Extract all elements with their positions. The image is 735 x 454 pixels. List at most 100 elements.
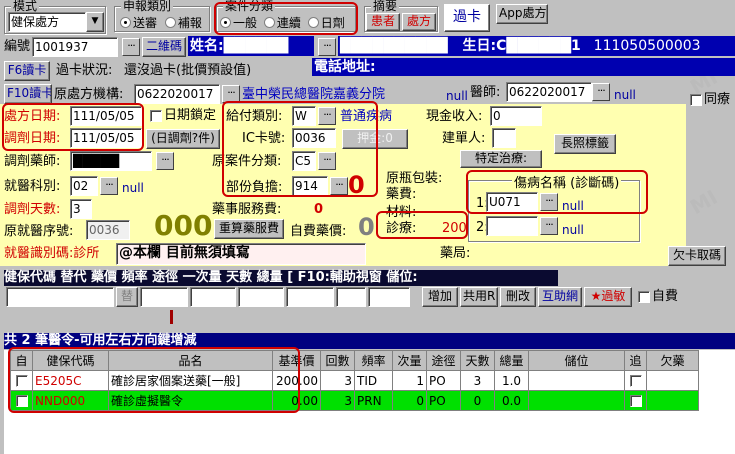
order-code-field[interactable] [6,287,114,307]
row-track-checkbox[interactable] [629,395,642,407]
case-radio-continuous[interactable] [263,17,275,28]
dispense-date-field[interactable]: 111/05/05 [70,128,142,148]
row-freq: TID [354,370,393,391]
card-status-value: 還沒過卡(批價預設值) [124,63,252,78]
partial-label: 部份負擔: [226,180,283,195]
order-freq-field[interactable] [190,287,236,307]
row-track-checkbox[interactable] [629,375,642,387]
delete-edit-button[interactable]: 刪改 [500,287,536,307]
dept-label: 就醫科別: [4,179,61,194]
org-code-field[interactable]: 0622020017 [134,84,220,104]
order-entry-header: 健保代碼 替代 藥價 頻率 途徑 一次量 天數 總量 [ F10:輔助視窗 儲位… [4,270,558,286]
diag1-lookup-button[interactable]: ··· [540,193,558,211]
patient-button[interactable]: 患者 [366,13,400,31]
table-row[interactable]: E5205C 確診居家個案送藥[一般] 200.00 3 TID 1 PO 3 … [10,370,699,391]
dept-field[interactable]: 02 [70,176,98,196]
order-dose-field[interactable] [286,287,334,307]
share-r-button[interactable]: 共用R [460,287,498,307]
big-counter: 000 [154,209,213,242]
mutual-help-button[interactable]: 互助網 [538,287,582,307]
order-days-field[interactable] [336,287,366,307]
row-self-checkbox[interactable] [15,395,28,407]
partial-lookup-button[interactable]: ··· [330,177,348,195]
row-route: PO [426,390,461,411]
mode-select[interactable]: 健保處方 [8,12,86,32]
add-order-button[interactable]: 增加 [422,287,458,307]
cash-income-field[interactable]: 0 [490,106,542,126]
order-total-field[interactable] [368,287,410,307]
mode-caption: 模式 [11,0,40,13]
qrcode-button[interactable]: 二維碼 [142,37,186,57]
partial-amount: 0 [348,171,365,199]
date-lock-checkbox[interactable] [150,110,162,122]
partial-field[interactable]: 914 [292,176,328,196]
f10-read-card-button[interactable]: F10讀卡 [4,84,52,104]
review-radio-supp[interactable] [164,17,176,28]
card-button[interactable]: 過卡 [444,4,490,32]
row-track-cell [624,370,647,391]
days-field[interactable]: 3 [70,199,92,219]
app-prescription-button[interactable]: App處方 [496,4,548,24]
prescription-button[interactable]: 處方 [402,13,436,31]
diag2-lookup-button[interactable]: ··· [540,217,558,235]
org-lookup-button[interactable]: ··· [222,85,240,103]
deposit-button[interactable]: 押金:0 [342,129,408,149]
row-self-checkbox[interactable] [15,375,28,387]
long-term-care-button[interactable]: 長照標籤 [554,134,616,154]
birth-label: 生日 [462,38,491,54]
order-price-field[interactable] [140,287,188,307]
diag2-code-field[interactable] [486,216,538,236]
col-name: 品名 [108,350,273,371]
id-field[interactable]: 1001937 [32,37,118,57]
diag-fee-value: 200 [442,221,467,236]
f6-read-card-button[interactable]: F6讀卡 [4,61,50,81]
doctor-lookup-button[interactable]: ··· [592,83,610,101]
row-name: 確診虛擬醫令 [108,390,273,411]
orig-case-field[interactable]: C5 [292,151,316,171]
doctor-null: null [614,88,636,102]
pharmacist-lookup-button[interactable]: ··· [156,152,174,170]
replace-button[interactable]: 替 [116,287,138,307]
rx-date-field[interactable]: 111/05/05 [70,106,142,126]
self-pay-checkbox-label: 自費 [652,289,679,304]
recalc-service-button[interactable]: 重算藥服費 [214,219,284,239]
allergy-button[interactable]: ★過敏 [584,287,632,307]
same-therapy-label: 同療 [704,92,731,107]
name-bar: 姓名:██████ [188,36,314,56]
special-treatment-button[interactable]: 特定治療: [460,150,542,168]
self-pay-checkbox[interactable] [638,291,650,303]
same-therapy-checkbox[interactable] [690,94,702,106]
pharmacy-label: 藥局: [440,246,471,261]
date-lock-label: 日期鎖定 [164,108,217,123]
diag1-code-field[interactable]: U071 [486,192,538,212]
row-freq: PRN [354,390,393,411]
pay-type-lookup-button[interactable]: ··· [318,107,336,125]
review-radio-send[interactable] [120,17,131,28]
case-opt-daily-label: 日劑 [320,16,345,30]
ident-field[interactable]: @本欄 目前無須填寫 [116,243,366,265]
col-total: 總量 [494,350,529,371]
builder-field[interactable] [492,128,516,148]
doctor-code-field[interactable]: 0622020017 [506,82,592,102]
order-route-field[interactable] [238,287,284,307]
case-code-value: 111050500003 [593,38,701,54]
cursor-marker [170,310,173,324]
ic-card-field[interactable]: 0036 [292,128,336,148]
row-route: PO [426,370,461,391]
pay-type-field[interactable]: W [292,106,316,126]
name-lookup-button[interactable]: ··· [318,38,336,56]
id-label: 編號 [4,39,31,54]
case-radio-daily[interactable] [307,17,319,28]
table-row[interactable]: NND000 確診虛擬醫令 0.00 3 PRN 0 PO 0 0.0 [10,390,699,411]
daily-dispense-button[interactable]: (日調劑?件) [146,129,220,149]
debt-card-button[interactable]: 欠卡取碼 [668,246,726,266]
row-owed [646,370,699,391]
seq-field[interactable]: 0036 [86,220,130,240]
id-lookup-button[interactable]: ··· [122,38,140,56]
row-times: 3 [320,370,355,391]
dept-lookup-button[interactable]: ··· [100,177,118,195]
orig-case-lookup-button[interactable]: ··· [318,152,336,170]
pharmacist-field[interactable]: █████ [70,151,152,171]
chevron-down-icon[interactable]: ▼ [86,12,104,32]
case-radio-general[interactable] [220,17,231,28]
